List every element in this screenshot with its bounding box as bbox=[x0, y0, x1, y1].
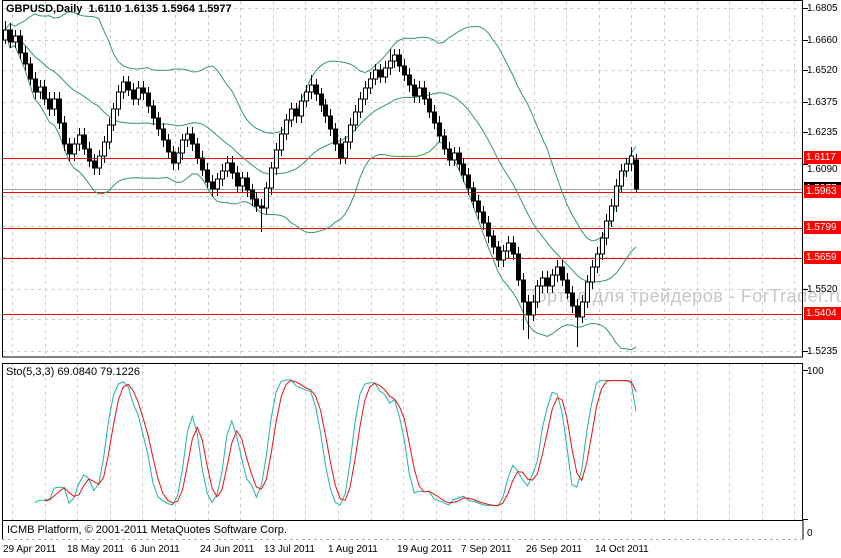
grid-layer bbox=[3, 1, 802, 520]
chart-window: Портал для трейдеров - ForTrader.ru GBPU… bbox=[0, 0, 841, 558]
stochastic-lines bbox=[34, 379, 637, 507]
panel-borders bbox=[2, 0, 808, 540]
chart-canvas[interactable]: Портал для трейдеров - ForTrader.ru bbox=[0, 0, 841, 558]
